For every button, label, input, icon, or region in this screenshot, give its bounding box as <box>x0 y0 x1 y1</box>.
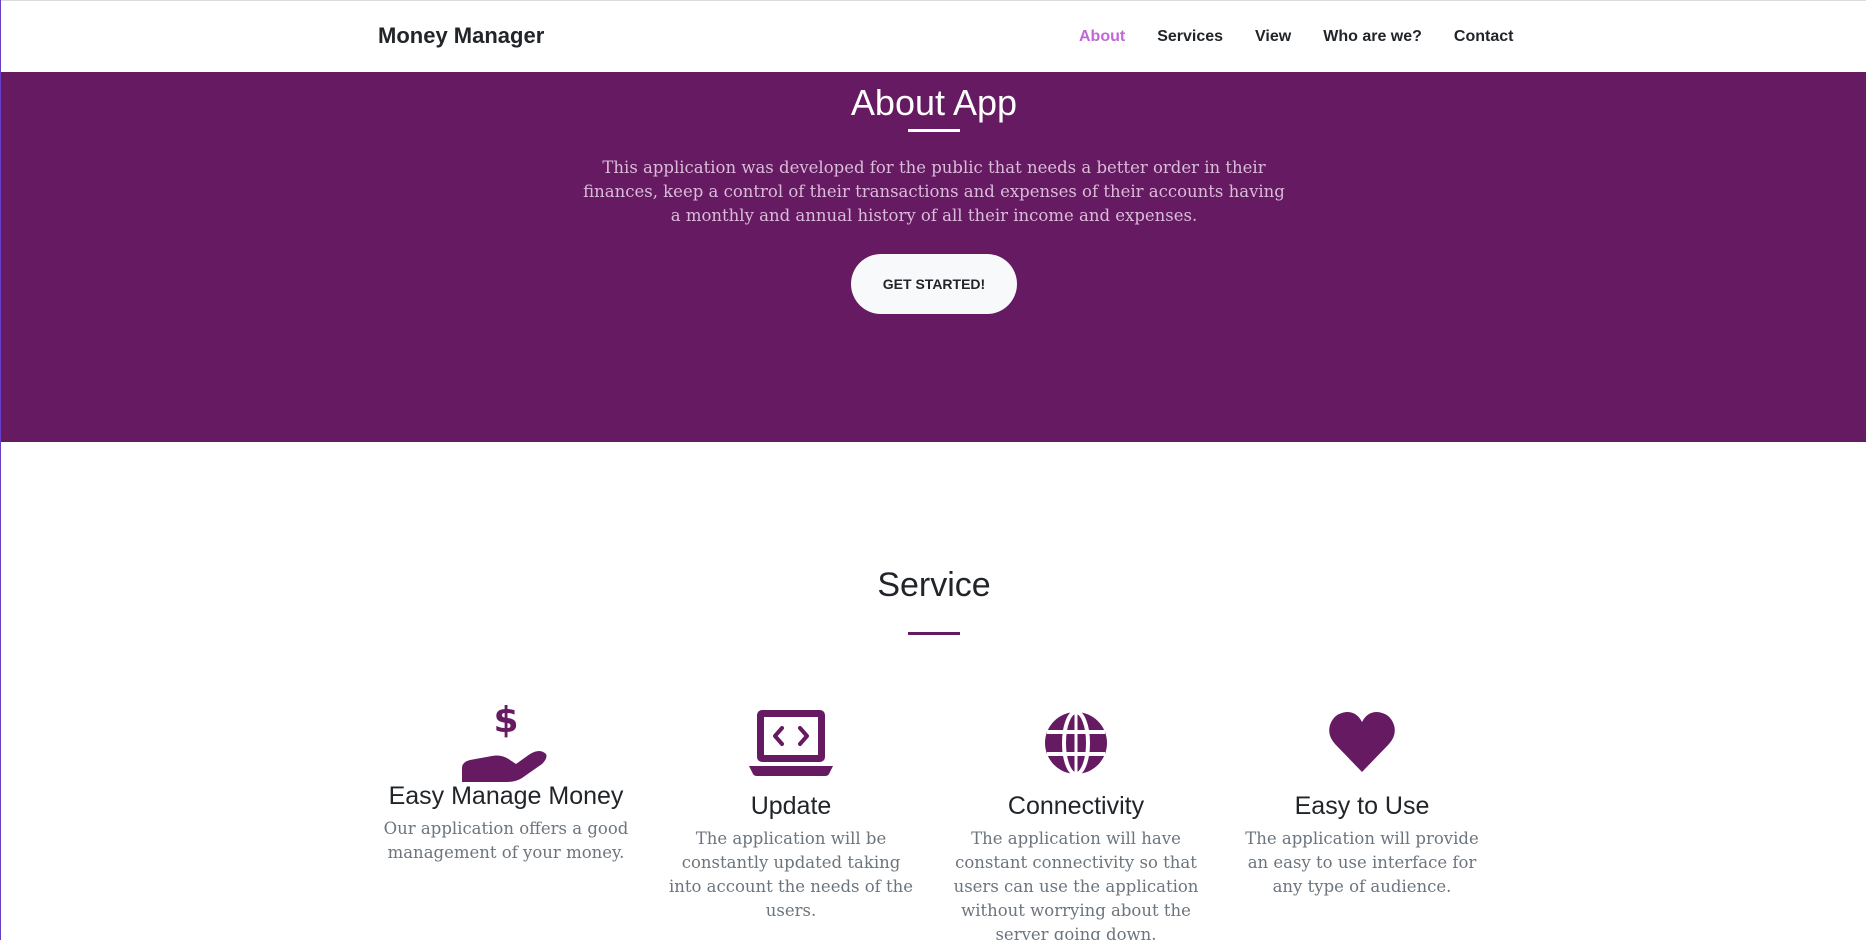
service-text: The application will provide an easy to … <box>1245 829 1479 896</box>
about-description: This application was developed for the p… <box>583 158 1285 225</box>
service-card-easy-to-use: Easy to Use The application will provide… <box>1237 708 1487 899</box>
nav-link-contact[interactable]: Contact <box>1438 28 1530 46</box>
services-title: Service <box>877 566 991 604</box>
hand-holding-dollar-icon: $ <box>462 702 547 782</box>
laptop-code-icon <box>749 710 833 776</box>
globe-icon <box>1045 710 1107 776</box>
nav-links: About Services View Who are we? Contact <box>1063 1 1529 73</box>
service-text: The application will have constant conne… <box>953 829 1199 940</box>
service-title: Connectivity <box>1007 792 1145 820</box>
service-title: Update <box>750 792 832 820</box>
nav-link-who-are-we[interactable]: Who are we? <box>1307 28 1438 46</box>
service-card-update: Update The application will be constantl… <box>666 708 916 923</box>
svg-text:$: $ <box>493 702 518 741</box>
services-divider <box>908 632 960 635</box>
about-title: About App <box>850 82 1018 123</box>
nav-link-view[interactable]: View <box>1239 28 1307 46</box>
navbar: Money Manager About Services View Who ar… <box>1 0 1866 72</box>
heart-icon <box>1329 712 1395 772</box>
nav-link-about[interactable]: About <box>1063 28 1141 46</box>
service-card-easy-manage-money: $ Easy Manage Money Our application offe… <box>381 702 631 865</box>
service-card-connectivity: Connectivity The application will have c… <box>951 708 1201 940</box>
about-section: About App This application was developed… <box>1 72 1866 442</box>
service-text: Our application offers a good management… <box>383 819 629 862</box>
services-section: Service $ Easy Manage Money Our applicat… <box>1 442 1866 940</box>
nav-link-services[interactable]: Services <box>1141 28 1239 46</box>
service-title: Easy Manage Money <box>388 782 624 810</box>
brand-link[interactable]: Money Manager <box>378 23 544 49</box>
service-title: Easy to Use <box>1294 792 1430 820</box>
service-text: The application will be constantly updat… <box>668 829 914 920</box>
get-started-button[interactable]: GET STARTED! <box>851 254 1017 314</box>
about-divider <box>908 129 960 132</box>
